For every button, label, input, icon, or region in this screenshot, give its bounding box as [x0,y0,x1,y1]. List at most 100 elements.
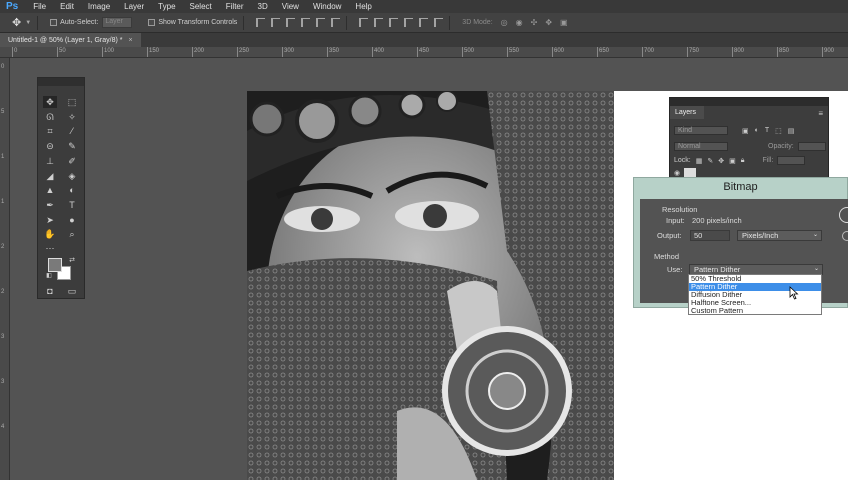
ruler-top-label: 650 [599,48,610,54]
auto-select-checkbox[interactable] [50,19,58,26]
3d-scale-icon[interactable]: ▣ [560,18,568,27]
hand-tool-icon[interactable]: ✋ [43,228,57,240]
output-label: Output: [657,231,682,240]
clone-stamp-tool-icon[interactable]: ⊥ [43,155,57,167]
menu-file[interactable]: File [26,2,53,11]
align-top-icon[interactable] [256,18,266,27]
eraser-tool-icon[interactable]: ◢ [43,170,57,182]
menu-type[interactable]: Type [151,2,182,11]
method-dropdown-list: 50% Threshold Pattern Dither Diffusion D… [688,274,822,315]
ruler-left-label: 3 [1,334,5,340]
filter-type-icon[interactable]: T [765,127,769,134]
document-canvas[interactable] [247,91,614,480]
distribute-top-icon[interactable] [359,18,369,27]
3d-roll-icon[interactable]: ◉ [516,18,523,27]
pen-tool-icon[interactable]: ✒ [43,199,57,211]
lock-all-icon[interactable]: 🔒︎ [741,157,745,165]
marquee-tool-icon[interactable]: ⬚ [65,96,79,108]
lasso-tool-icon[interactable]: ᘏ [43,111,57,123]
document-tab[interactable]: Untitled-1 @ 50% (Layer 1, Gray/8) * × [0,33,141,47]
lock-paint-icon[interactable]: ✎ [707,157,713,165]
auto-select-dropdown[interactable]: Layer [102,17,133,28]
3d-rotate-icon[interactable]: ◎ [501,18,508,27]
ruler-top-label: 250 [239,48,250,54]
menu-window[interactable]: Window [306,2,348,11]
chevron-down-icon[interactable]: ▼ [25,20,31,26]
layers-tab[interactable]: Layers [670,106,704,119]
menu-layer[interactable]: Layer [117,2,151,11]
ruler-top-tick [462,47,463,57]
ruler-top-tick [327,47,328,57]
menu-3d[interactable]: 3D [251,2,275,11]
align-left-icon[interactable] [301,18,311,27]
distribute-vcenter-icon[interactable] [374,18,384,27]
align-right-icon[interactable] [331,18,341,27]
menu-help[interactable]: Help [348,2,378,11]
eyedropper-tool-icon[interactable]: ⁄ [65,125,79,137]
layers-panel-header[interactable] [670,98,828,106]
filter-smart-icon[interactable]: ▤ [788,127,795,135]
cancel-button[interactable] [842,231,848,241]
layer-filter-kind[interactable]: Kind [674,126,728,135]
fill-field[interactable] [777,156,806,165]
filter-shape-icon[interactable]: ⬚ [775,127,782,135]
menu-edit[interactable]: Edit [53,2,81,11]
divider [37,15,39,30]
move-tool-icon[interactable]: ✥ [12,16,21,29]
distribute-bottom-icon[interactable] [389,18,399,27]
ok-button[interactable] [839,207,848,223]
ruler-top-tick [417,47,418,57]
paint-bucket-tool-icon[interactable]: ◈ [65,170,79,182]
dropdown-option-custom-pattern[interactable]: Custom Pattern [689,307,821,315]
ruler-top-label: 300 [284,48,295,54]
blur-tool-icon[interactable]: ▲ [43,184,57,196]
more-tools-icon[interactable]: ⋯ [43,242,57,254]
show-transform-checkbox[interactable] [148,19,156,26]
3d-drag-icon[interactable]: ✣ [531,18,538,27]
close-icon[interactable]: × [129,37,133,44]
quick-mask-icon[interactable]: ◘ [43,285,57,297]
ruler-top-tick [102,47,103,57]
brush-tool-icon[interactable]: ✎ [65,140,79,152]
3d-mode-label: 3D Mode: [462,19,493,26]
distribute-hcenter-icon[interactable] [419,18,429,27]
visibility-eye-icon[interactable]: ◉ [674,169,680,177]
lock-pixels-icon[interactable]: ▦ [696,157,703,165]
align-hcenter-icon[interactable] [316,18,326,27]
swap-colors-icon[interactable]: ⇄ [65,255,79,267]
opacity-field[interactable] [797,142,826,151]
filter-pixel-icon[interactable]: ▣ [742,127,749,135]
divider [243,15,245,30]
chevron-down-icon: ⌄ [812,232,818,238]
3d-slide-icon[interactable]: ✥ [545,18,552,27]
panel-menu-icon[interactable]: ≡ [818,109,823,118]
zoom-tool-icon[interactable]: ⌕ [65,228,79,240]
lock-artboard-icon[interactable]: ▣ [729,157,736,165]
blend-mode-select[interactable]: Normal [674,142,728,151]
output-unit-select[interactable]: Pixels/Inch ⌄ [737,230,822,241]
menu-image[interactable]: Image [81,2,117,11]
type-tool-icon[interactable]: T [65,199,79,211]
menu-filter[interactable]: Filter [219,2,251,11]
align-vcenter-icon[interactable] [271,18,281,27]
menu-select[interactable]: Select [183,2,219,11]
dodge-tool-icon[interactable]: ◐ [65,184,79,196]
tools-panel-header[interactable] [38,78,84,86]
filter-adjust-icon[interactable]: ◐ [755,127,759,134]
align-bottom-icon[interactable] [286,18,296,27]
distribute-left-icon[interactable] [404,18,414,27]
move-tool-icon[interactable]: ✥ [43,96,57,108]
dialog-title: Bitmap [723,181,758,193]
menu-view[interactable]: View [275,2,306,11]
output-field[interactable]: 50 [690,230,730,241]
history-brush-tool-icon[interactable]: ✐ [65,155,79,167]
distribute-right-icon[interactable] [434,18,444,27]
healing-brush-tool-icon[interactable]: ⊝ [43,140,57,152]
magic-wand-tool-icon[interactable]: ✧ [65,111,79,123]
crop-tool-icon[interactable]: ⌗ [43,125,57,137]
screen-mode-icon[interactable]: ▭ [65,285,79,297]
lock-position-icon[interactable]: ✥ [718,157,724,165]
shape-tool-icon[interactable]: ● [65,214,79,226]
default-colors-icon[interactable]: ◧ [42,270,56,282]
path-selection-tool-icon[interactable]: ➤ [43,214,57,226]
